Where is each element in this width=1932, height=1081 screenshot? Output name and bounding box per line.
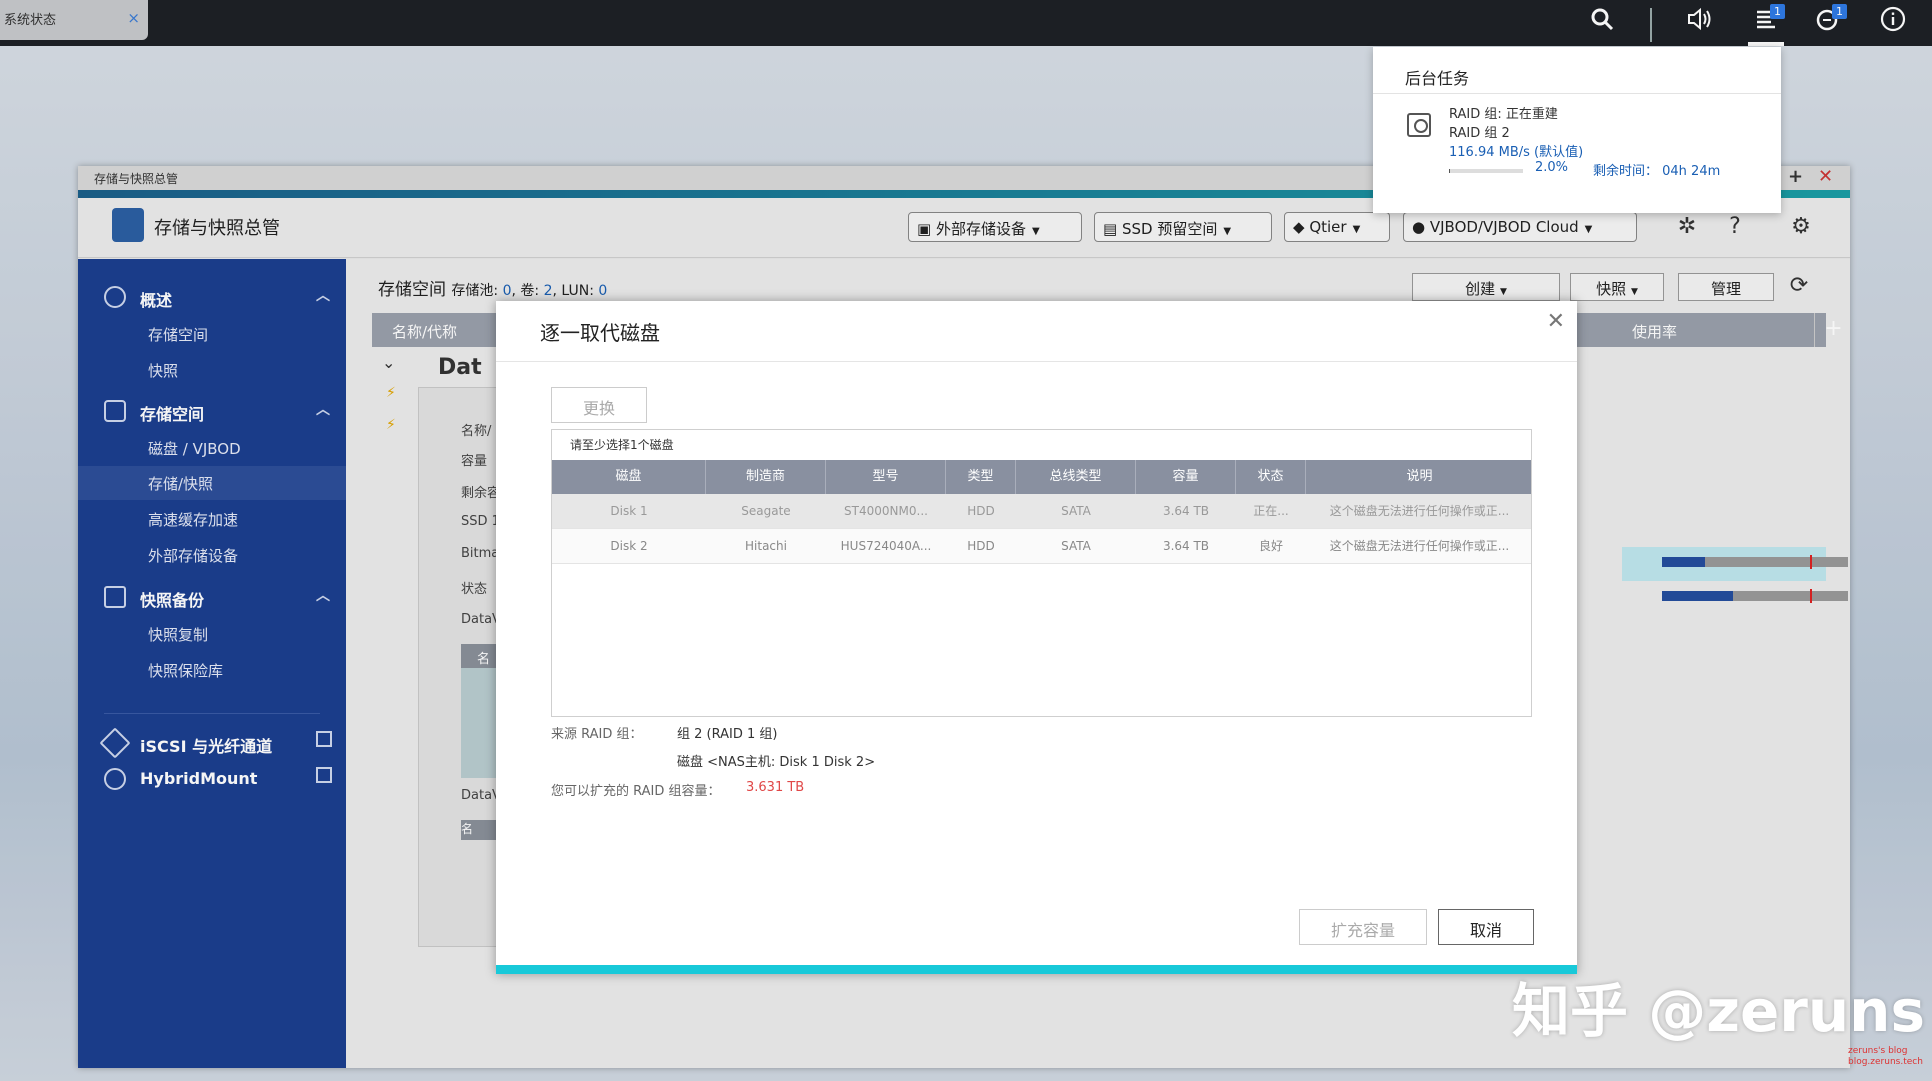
bg-task-line1: RAID 组: 正在重建 bbox=[1449, 107, 1558, 122]
close-icon[interactable]: ✕ bbox=[1547, 309, 1565, 334]
source-raid-label: 来源 RAID 组： bbox=[551, 727, 643, 742]
disk-table-header: 磁盘 制造商 型号 类型 总线类型 容量 状态 说明 bbox=[552, 460, 1531, 494]
expand-capacity-label: 您可以扩充的 RAID 组容量： bbox=[551, 784, 721, 799]
dialog-title: 逐一取代磁盘 bbox=[540, 321, 660, 345]
table-row[interactable]: Disk 2 Hitachi HUS724040A... HDD SATA 3.… bbox=[552, 529, 1531, 564]
cell-capacity: 3.64 TB bbox=[1162, 539, 1210, 553]
bg-task-speed: 116.94 MB/s (默认值) bbox=[1449, 145, 1584, 160]
disk-table: 请至少选择1个磁盘 磁盘 制造商 型号 类型 总线类型 容量 状态 说明 Dis… bbox=[551, 429, 1532, 717]
cell-type: HDD bbox=[967, 504, 995, 518]
cell-model: HUS724040A... bbox=[840, 539, 932, 553]
col-disk: 磁盘 bbox=[552, 460, 706, 494]
replace-button[interactable]: 更换 bbox=[551, 387, 647, 423]
cell-vendor: Hitachi bbox=[745, 539, 787, 553]
col-status: 状态 bbox=[1236, 460, 1306, 494]
bg-task-progress-fill bbox=[1449, 169, 1451, 173]
cell-bus: SATA bbox=[1061, 539, 1091, 553]
cell-model: ST4000NM0... bbox=[844, 504, 928, 518]
watermark-blog: zeruns's blog blog.zeruns.tech bbox=[1848, 1046, 1923, 1068]
expand-capacity-value: 3.631 TB bbox=[746, 780, 805, 795]
cell-type: HDD bbox=[967, 539, 995, 553]
col-model: 型号 bbox=[826, 460, 946, 494]
watermark-blog-name: zeruns's blog bbox=[1848, 1046, 1908, 1056]
cell-description: 这个磁盘无法进行任何操作或正... bbox=[1329, 539, 1510, 553]
table-note: 请至少选择1个磁盘 bbox=[570, 438, 674, 452]
cell-disk: Disk 2 bbox=[610, 539, 648, 553]
watermark: 知乎 @zeruns bbox=[1512, 977, 1925, 1045]
col-bus: 总线类型 bbox=[1016, 460, 1136, 494]
bg-task-line2: RAID 组 2 bbox=[1449, 126, 1510, 141]
background-tasks-panel: 后台任务 RAID 组: 正在重建 RAID 组 2 116.94 MB/s (… bbox=[1373, 47, 1781, 213]
bg-tasks-title: 后台任务 bbox=[1405, 69, 1470, 88]
cell-status: 正在... bbox=[1253, 504, 1289, 518]
cell-vendor: Seagate bbox=[741, 504, 791, 518]
col-vendor: 制造商 bbox=[706, 460, 826, 494]
cell-description: 这个磁盘无法进行任何操作或正... bbox=[1329, 504, 1510, 518]
bg-task-remaining: 剩余时间： 04h 24m bbox=[1593, 164, 1721, 179]
dialog-bottom-stripe bbox=[496, 965, 1577, 974]
source-disks-value: 磁盘 <NAS主机: Disk 1 Disk 2> bbox=[677, 755, 876, 770]
divider bbox=[1373, 93, 1781, 94]
col-capacity: 容量 bbox=[1136, 460, 1236, 494]
cancel-button[interactable]: 取消 bbox=[1438, 909, 1534, 945]
disk-task-icon bbox=[1407, 113, 1431, 137]
cell-bus: SATA bbox=[1061, 504, 1091, 518]
expand-capacity-button[interactable]: 扩充容量 bbox=[1299, 909, 1427, 945]
table-row[interactable]: Disk 1 Seagate ST4000NM0... HDD SATA 3.6… bbox=[552, 494, 1531, 529]
col-type: 类型 bbox=[946, 460, 1016, 494]
cell-disk: Disk 1 bbox=[610, 504, 648, 518]
col-description: 说明 bbox=[1406, 469, 1433, 484]
replace-disk-dialog: 逐一取代磁盘 ✕ 更换 请至少选择1个磁盘 磁盘 制造商 型号 类型 总线类型 … bbox=[496, 301, 1577, 974]
bg-task-progress-bar bbox=[1449, 169, 1523, 173]
source-raid-value: 组 2 (RAID 1 组) bbox=[677, 727, 778, 742]
bg-task-progress-text: 2.0% bbox=[1535, 160, 1569, 175]
watermark-blog-url: blog.zeruns.tech bbox=[1848, 1057, 1923, 1067]
cell-status: 良好 bbox=[1258, 539, 1283, 553]
divider bbox=[496, 361, 1577, 362]
cell-capacity: 3.64 TB bbox=[1162, 504, 1210, 518]
